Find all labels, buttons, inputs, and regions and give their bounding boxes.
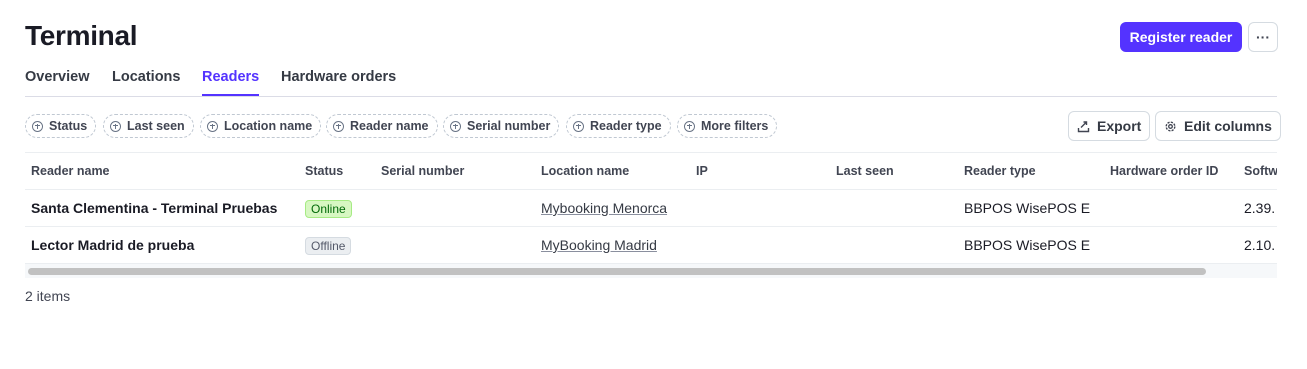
status-badge: Online	[305, 200, 352, 218]
ellipsis-icon: ···	[1256, 29, 1270, 45]
column-header-ip[interactable]: IP	[696, 164, 708, 178]
filter-reader-name[interactable]: Reader name	[326, 114, 438, 138]
filter-label: Serial number	[467, 119, 551, 133]
filter-status[interactable]: Status	[25, 114, 97, 138]
register-reader-button[interactable]: Register reader	[1120, 22, 1242, 52]
tab-hardware-orders[interactable]: Hardware orders	[281, 69, 396, 95]
plus-circle-icon	[333, 120, 344, 132]
column-header-last-seen[interactable]: Last seen	[836, 164, 894, 178]
scrollbar-thumb[interactable]	[28, 268, 1206, 275]
filter-label: Status	[49, 119, 88, 133]
column-header-software[interactable]: Softw	[1244, 164, 1277, 178]
tab-bar: Overview Locations Readers Hardware orde…	[25, 69, 1277, 97]
column-header-status[interactable]: Status	[305, 164, 343, 178]
column-header-reader-type[interactable]: Reader type	[964, 164, 1036, 178]
software-version-cell: 2.39.	[1244, 200, 1276, 216]
filter-label: Reader type	[590, 119, 662, 133]
filter-location-name[interactable]: Location name	[200, 114, 322, 138]
export-button[interactable]: Export	[1068, 111, 1151, 141]
plus-circle-icon	[450, 120, 461, 132]
column-header-reader-name[interactable]: Reader name	[31, 164, 110, 178]
plus-circle-icon	[32, 120, 43, 132]
plus-circle-icon	[110, 120, 121, 132]
page-title: Terminal	[25, 20, 138, 51]
readers-table: Reader name Status Serial number Locatio…	[25, 152, 1277, 278]
gear-icon	[1165, 120, 1176, 132]
item-count: 2 items	[25, 288, 71, 304]
filter-reader-type[interactable]: Reader type	[566, 114, 671, 138]
filter-label: Location name	[224, 119, 313, 133]
filter-label: More filters	[701, 119, 769, 133]
edit-columns-button[interactable]: Edit columns	[1155, 111, 1281, 141]
filter-more[interactable]: More filters	[677, 114, 778, 138]
location-link[interactable]: Mybooking Menorca	[541, 200, 667, 216]
reader-type-cell: BBPOS WisePOS E	[964, 200, 1091, 216]
column-header-hardware-order-id[interactable]: Hardware order ID	[1110, 164, 1218, 178]
export-label: Export	[1097, 118, 1142, 134]
table-row[interactable]: Lector Madrid de prueba Offline MyBookin…	[25, 227, 1277, 264]
reader-name-cell: Santa Clementina - Terminal Pruebas	[31, 200, 278, 216]
table-header-row: Reader name Status Serial number Locatio…	[25, 153, 1277, 190]
terminal-readers-page: Terminal Register reader ··· Overview Lo…	[0, 0, 1307, 369]
table-row[interactable]: Santa Clementina - Terminal Pruebas Onli…	[25, 190, 1277, 227]
filter-serial-number[interactable]: Serial number	[443, 114, 560, 138]
plus-circle-icon	[684, 120, 695, 132]
location-link[interactable]: MyBooking Madrid	[541, 237, 657, 253]
tab-overview[interactable]: Overview	[25, 69, 90, 95]
status-badge: Offline	[305, 237, 352, 255]
column-header-location-name[interactable]: Location name	[541, 164, 629, 178]
horizontal-scrollbar[interactable]	[25, 263, 1277, 278]
software-version-cell: 2.10.	[1244, 237, 1276, 253]
filter-last-seen[interactable]: Last seen	[103, 114, 194, 138]
edit-columns-label: Edit columns	[1184, 118, 1272, 134]
export-icon	[1077, 120, 1090, 132]
reader-type-cell: BBPOS WisePOS E	[964, 237, 1091, 253]
tab-readers[interactable]: Readers	[202, 69, 260, 96]
filter-label: Last seen	[127, 119, 185, 133]
column-header-serial-number[interactable]: Serial number	[381, 164, 464, 178]
reader-name-cell: Lector Madrid de prueba	[31, 237, 195, 253]
filter-label: Reader name	[350, 119, 429, 133]
more-options-button[interactable]: ···	[1248, 22, 1278, 52]
plus-circle-icon	[573, 120, 584, 132]
tab-locations[interactable]: Locations	[112, 69, 180, 95]
plus-circle-icon	[207, 120, 218, 132]
